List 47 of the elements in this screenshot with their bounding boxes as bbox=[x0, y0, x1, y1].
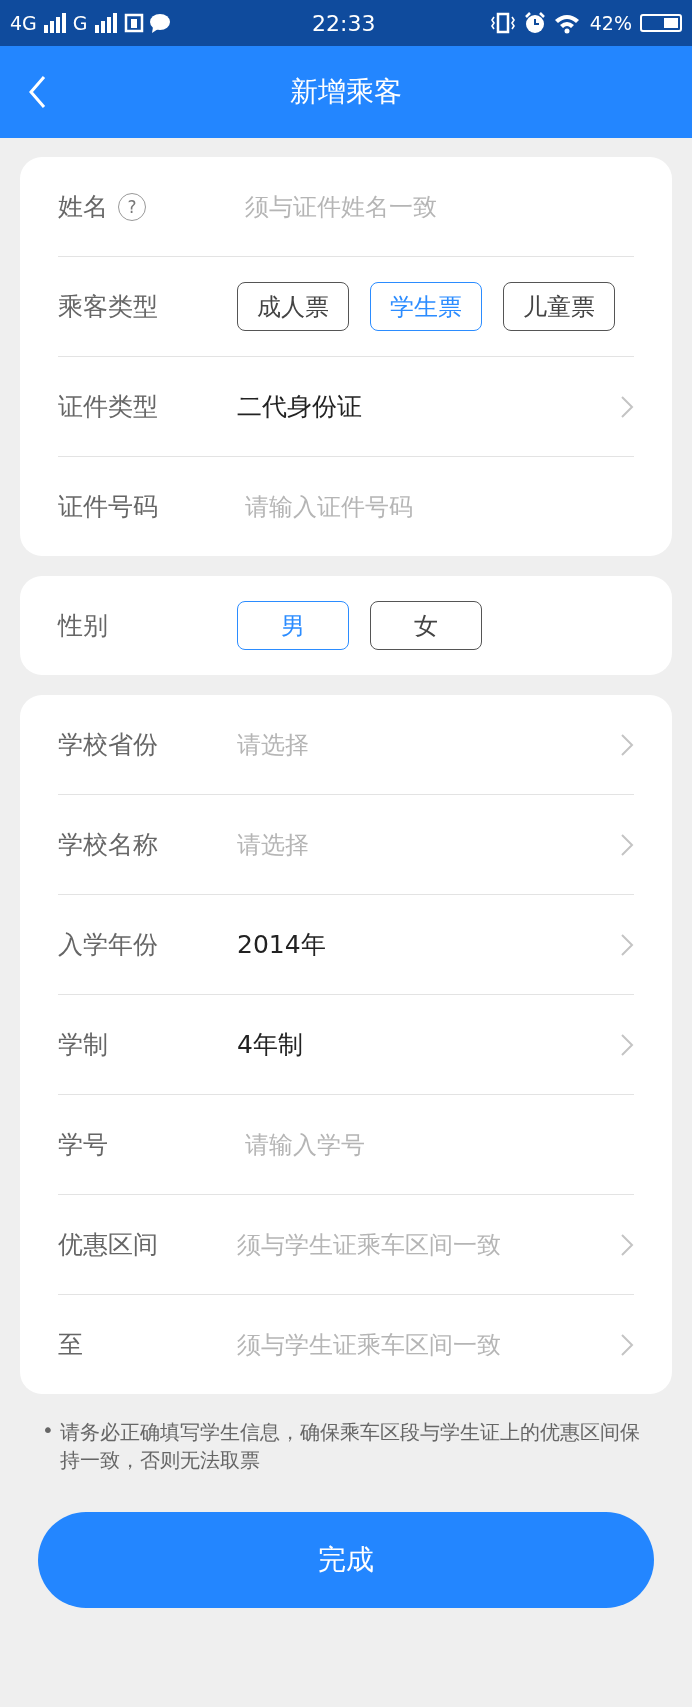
field-label: 证件类型 bbox=[58, 391, 158, 423]
field-label: 性别 bbox=[58, 610, 108, 642]
field-label: 至 bbox=[58, 1329, 83, 1361]
option-button[interactable]: 女 bbox=[370, 601, 482, 650]
field-label: 学校省份 bbox=[58, 729, 158, 761]
field-label: 学号 bbox=[58, 1129, 108, 1161]
select-field[interactable]: 二代身份证 bbox=[237, 390, 634, 423]
signal-icon bbox=[92, 13, 119, 33]
alarm-clock-icon bbox=[523, 12, 546, 34]
chat-bubble-icon bbox=[148, 13, 171, 33]
option-button[interactable]: 学生票 bbox=[370, 282, 482, 331]
network-label: 4G bbox=[10, 12, 37, 34]
done-button[interactable]: 完成 bbox=[38, 1512, 654, 1608]
notice-text: 请务必正确填写学生信息，确保乘车区段与学生证上的优惠区间保持一致，否则无法取票 bbox=[59, 1419, 641, 1474]
field-label: 学制 bbox=[58, 1029, 108, 1061]
network-label: G bbox=[72, 12, 88, 34]
wifi-icon bbox=[553, 12, 582, 34]
field-label: 证件号码 bbox=[58, 491, 158, 523]
page-title: 新增乘客 bbox=[290, 74, 402, 110]
input-field[interactable]: 须与证件姓名一致 bbox=[237, 192, 634, 221]
chevron-right-icon bbox=[620, 1232, 634, 1257]
chevron-right-icon bbox=[620, 394, 634, 419]
bullet-icon: • bbox=[38, 1418, 54, 1474]
battery-percent: 42% bbox=[589, 12, 632, 34]
select-field[interactable]: 2014年 bbox=[237, 928, 634, 961]
chevron-right-icon bbox=[620, 1332, 634, 1357]
field-label: 优惠区间 bbox=[58, 1229, 158, 1261]
vibrate-icon bbox=[489, 12, 516, 34]
field-label: 乘客类型 bbox=[58, 291, 158, 323]
chevron-right-icon bbox=[620, 932, 634, 957]
chevron-right-icon bbox=[620, 732, 634, 757]
field-label: 姓名 bbox=[58, 191, 108, 223]
back-icon bbox=[28, 75, 46, 109]
option-button[interactable]: 儿童票 bbox=[503, 282, 615, 331]
field-label: 入学年份 bbox=[58, 929, 158, 961]
option-button[interactable]: 男 bbox=[237, 601, 349, 650]
input-field[interactable]: 请输入证件号码 bbox=[237, 492, 634, 521]
back-button[interactable] bbox=[28, 75, 46, 109]
chevron-right-icon bbox=[620, 1032, 634, 1057]
signal-icon bbox=[41, 13, 68, 33]
input-field[interactable]: 请输入学号 bbox=[237, 1130, 634, 1159]
select-field[interactable]: 4年制 bbox=[237, 1028, 634, 1061]
clock-time: 22:33 bbox=[312, 10, 376, 36]
option-button[interactable]: 成人票 bbox=[237, 282, 349, 331]
chevron-right-icon bbox=[620, 832, 634, 857]
app-notification-icon bbox=[123, 13, 144, 33]
field-label: 学校名称 bbox=[58, 829, 158, 861]
